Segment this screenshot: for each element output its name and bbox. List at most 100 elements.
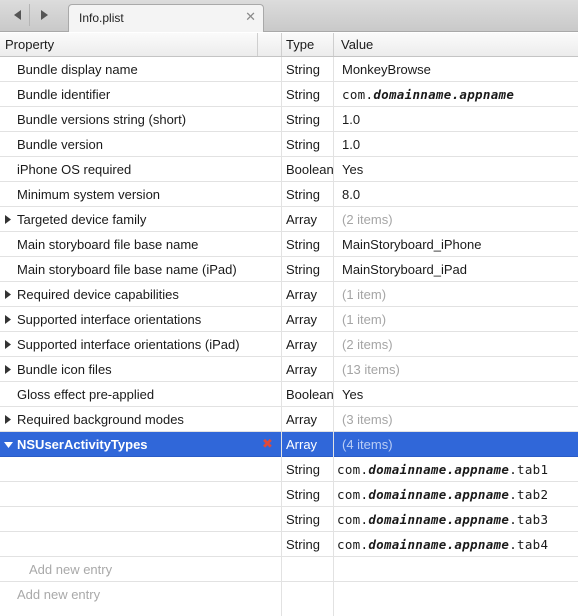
type-cell[interactable]: Array bbox=[286, 337, 317, 352]
value-cell[interactable]: 1.0 bbox=[342, 112, 360, 127]
type-cell[interactable]: String bbox=[286, 462, 320, 477]
plist-row[interactable]: Bundle versions string (short) String 1.… bbox=[0, 107, 578, 132]
value-cell[interactable]: Yes bbox=[342, 387, 363, 402]
plist-row[interactable]: Main storyboard file base name (iPad) St… bbox=[0, 257, 578, 282]
value-cell[interactable]: com.domainname.appname bbox=[342, 87, 514, 102]
value-cell[interactable]: com.domainname.appname.tab1 bbox=[337, 462, 548, 477]
type-cell[interactable]: Array bbox=[286, 437, 317, 452]
type-cell[interactable]: Array bbox=[286, 287, 317, 302]
property-key: NSUserActivityTypes bbox=[17, 437, 148, 452]
property-key: Bundle display name bbox=[17, 62, 138, 77]
value-cell[interactable]: MainStoryboard_iPad bbox=[342, 262, 467, 277]
value-prefix: com. bbox=[337, 462, 369, 477]
type-cell[interactable]: Boolean bbox=[286, 162, 334, 177]
disclosure-triangle-icon[interactable] bbox=[4, 315, 12, 324]
nav-separator bbox=[29, 4, 30, 26]
plist-row[interactable]: Main storyboard file base name String Ma… bbox=[0, 232, 578, 257]
property-key: Minimum system version bbox=[17, 187, 161, 202]
property-key: Bundle version bbox=[17, 137, 103, 152]
chevron-left-icon bbox=[14, 10, 21, 20]
plist-row[interactable]: iPhone OS required Boolean Yes bbox=[0, 157, 578, 182]
plist-child-row[interactable]: String com.domainname.appname.tab2 bbox=[0, 482, 578, 507]
value-cell[interactable]: 1.0 bbox=[342, 137, 360, 152]
value-cell: (2 items) bbox=[342, 337, 393, 352]
add-entry-row-nested[interactable]: Add new entry bbox=[0, 557, 578, 582]
plist-child-row[interactable]: String com.domainname.appname.tab4 bbox=[0, 532, 578, 557]
plist-child-row[interactable]: String com.domainname.appname.tab3 bbox=[0, 507, 578, 532]
value-cell[interactable]: 8.0 bbox=[342, 187, 360, 202]
type-cell[interactable]: String bbox=[286, 137, 320, 152]
value-cell: (13 items) bbox=[342, 362, 400, 377]
plist-row-selected[interactable]: NSUserActivityTypes ✖ Array (4 items) bbox=[0, 432, 578, 457]
type-cell[interactable]: String bbox=[286, 262, 320, 277]
property-key: Bundle versions string (short) bbox=[17, 112, 187, 127]
plist-row[interactable]: Supported interface orientations (iPad) … bbox=[0, 332, 578, 357]
disclosure-triangle-icon[interactable] bbox=[4, 290, 12, 299]
column-header-type[interactable]: Type bbox=[286, 37, 314, 52]
plist-row[interactable]: Minimum system version String 8.0 bbox=[0, 182, 578, 207]
value-cell[interactable]: com.domainname.appname.tab3 bbox=[337, 512, 548, 527]
value-cell[interactable]: MonkeyBrowse bbox=[342, 62, 431, 77]
add-new-entry-nested[interactable]: Add new entry bbox=[29, 562, 112, 577]
type-cell[interactable]: String bbox=[286, 87, 320, 102]
type-cell[interactable]: Array bbox=[286, 312, 317, 327]
value-cell[interactable]: MainStoryboard_iPhone bbox=[342, 237, 481, 252]
type-cell[interactable]: String bbox=[286, 537, 320, 552]
plist-row[interactable]: Targeted device family Array (2 items) bbox=[0, 207, 578, 232]
column-gridline bbox=[281, 57, 282, 616]
disclosure-triangle-icon[interactable] bbox=[4, 415, 12, 424]
delete-x-icon[interactable]: ✖ bbox=[262, 437, 273, 451]
value-cell: (2 items) bbox=[342, 212, 393, 227]
value-prefix: com. bbox=[337, 537, 369, 552]
add-entry-row-root[interactable]: Add new entry bbox=[0, 582, 578, 607]
value-prefix: com. bbox=[337, 512, 369, 527]
type-cell[interactable]: String bbox=[286, 512, 320, 527]
property-key: Required background modes bbox=[17, 412, 184, 427]
type-cell[interactable]: String bbox=[286, 237, 320, 252]
type-cell[interactable]: String bbox=[286, 487, 320, 502]
disclosure-triangle-icon[interactable] bbox=[4, 365, 12, 374]
value-cell: (4 items) bbox=[342, 437, 393, 452]
tab-title: Info.plist bbox=[79, 11, 124, 25]
column-header-value[interactable]: Value bbox=[341, 37, 373, 52]
value-suffix: .tab4 bbox=[509, 537, 549, 552]
plist-row[interactable]: Bundle display name String MonkeyBrowse bbox=[0, 57, 578, 82]
close-icon[interactable]: ✕ bbox=[245, 9, 256, 25]
add-new-entry-root[interactable]: Add new entry bbox=[17, 587, 100, 602]
value-cell[interactable]: Yes bbox=[342, 162, 363, 177]
plist-row[interactable]: Required device capabilities Array (1 it… bbox=[0, 282, 578, 307]
type-cell[interactable]: Array bbox=[286, 412, 317, 427]
value-suffix: .tab3 bbox=[509, 512, 549, 527]
value-prefix: com. bbox=[342, 87, 374, 102]
tab-info-plist[interactable]: Info.plist ✕ bbox=[68, 4, 264, 32]
back-button[interactable] bbox=[8, 5, 28, 25]
type-cell[interactable]: String bbox=[286, 112, 320, 127]
type-cell[interactable]: Array bbox=[286, 362, 317, 377]
column-divider[interactable] bbox=[333, 33, 334, 56]
disclosure-triangle-icon[interactable] bbox=[4, 441, 13, 449]
column-header-property[interactable]: Property bbox=[5, 37, 54, 52]
disclosure-triangle-icon[interactable] bbox=[4, 215, 12, 224]
plist-row[interactable]: Bundle version String 1.0 bbox=[0, 132, 578, 157]
tab-bar: Info.plist ✕ bbox=[0, 0, 578, 32]
plist-row[interactable]: Supported interface orientations Array (… bbox=[0, 307, 578, 332]
column-divider[interactable] bbox=[281, 33, 282, 56]
plist-row[interactable]: Required background modes Array (3 items… bbox=[0, 407, 578, 432]
disclosure-triangle-icon[interactable] bbox=[4, 340, 12, 349]
type-cell[interactable]: Array bbox=[286, 212, 317, 227]
type-cell[interactable]: String bbox=[286, 62, 320, 77]
value-cell[interactable]: com.domainname.appname.tab4 bbox=[337, 537, 548, 552]
property-key: Main storyboard file base name bbox=[17, 237, 199, 252]
type-cell[interactable]: Boolean bbox=[286, 387, 334, 402]
value-cell[interactable]: com.domainname.appname.tab2 bbox=[337, 487, 548, 502]
value-suffix: .tab2 bbox=[509, 487, 549, 502]
type-cell[interactable]: String bbox=[286, 187, 320, 202]
plist-row[interactable]: Gloss effect pre-applied Boolean Yes bbox=[0, 382, 578, 407]
property-key: Supported interface orientations bbox=[17, 312, 202, 327]
value-placeholder: domainname.appname bbox=[368, 537, 510, 552]
value-placeholder: domainname.appname bbox=[373, 87, 515, 102]
plist-child-row[interactable]: String com.domainname.appname.tab1 bbox=[0, 457, 578, 482]
forward-button[interactable] bbox=[34, 5, 54, 25]
plist-row[interactable]: Bundle identifier String com.domainname.… bbox=[0, 82, 578, 107]
plist-row[interactable]: Bundle icon files Array (13 items) bbox=[0, 357, 578, 382]
